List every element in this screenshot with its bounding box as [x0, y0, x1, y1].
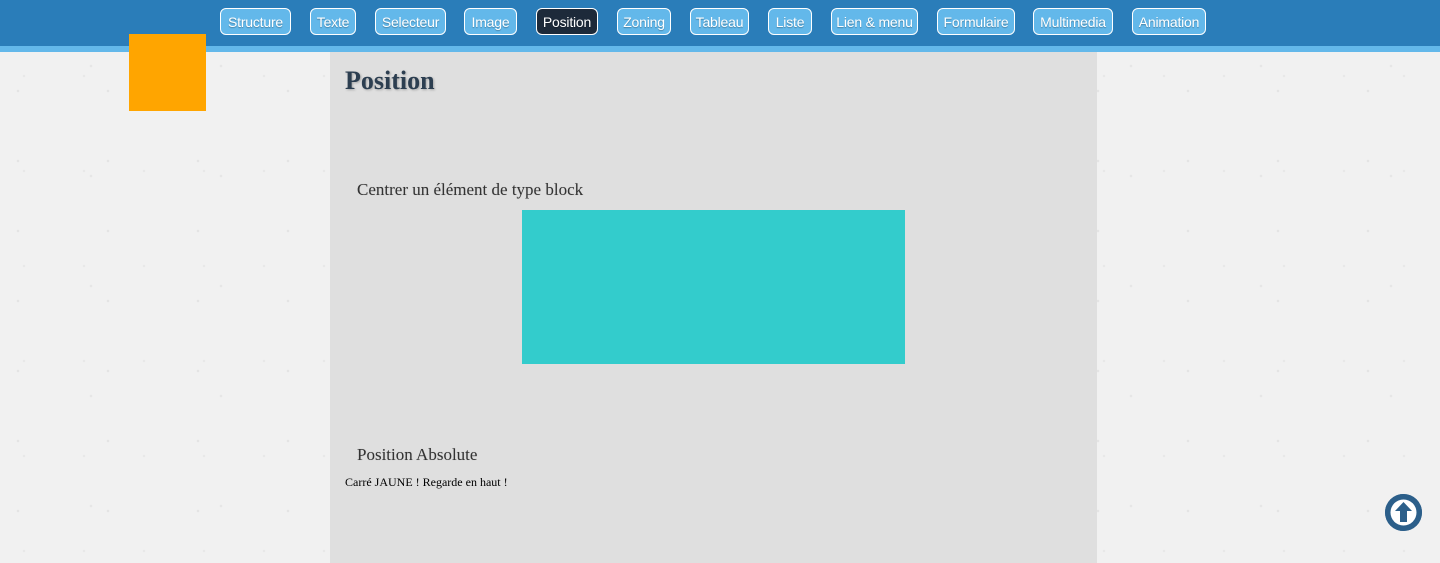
nav-item-liste[interactable]: Liste [768, 8, 812, 35]
content-area: Position Centrer un élément de type bloc… [330, 52, 1097, 563]
page-title: Position [345, 66, 435, 95]
section-heading-centrer: Centrer un élément de type block [357, 180, 584, 199]
yellow-absolute-square [129, 34, 206, 111]
nav-item-formulaire[interactable]: Formulaire [937, 8, 1015, 35]
arrow-up-circle-icon [1385, 494, 1422, 531]
nav-item-position[interactable]: Position [536, 8, 598, 35]
nav-item-selecteur[interactable]: Selecteur [375, 8, 446, 35]
nav-item-image[interactable]: Image [464, 8, 517, 35]
top-navigation-bar: Structure Texte Selecteur Image Position… [0, 0, 1440, 52]
nav-item-lien-menu[interactable]: Lien & menu [831, 8, 918, 35]
centered-cyan-block [522, 210, 905, 364]
section-heading-position-absolute: Position Absolute [357, 445, 478, 464]
nav-item-structure[interactable]: Structure [220, 8, 291, 35]
nav-item-multimedia[interactable]: Multimedia [1033, 8, 1113, 35]
nav-item-tableau[interactable]: Tableau [690, 8, 749, 35]
main-nav: Structure Texte Selecteur Image Position… [0, 8, 1440, 38]
nav-item-animation[interactable]: Animation [1132, 8, 1206, 35]
nav-item-zoning[interactable]: Zoning [617, 8, 671, 35]
scroll-to-top-button[interactable] [1385, 494, 1422, 531]
nav-item-texte[interactable]: Texte [310, 8, 356, 35]
section-note: Carré JAUNE ! Regarde en haut ! [345, 475, 508, 489]
